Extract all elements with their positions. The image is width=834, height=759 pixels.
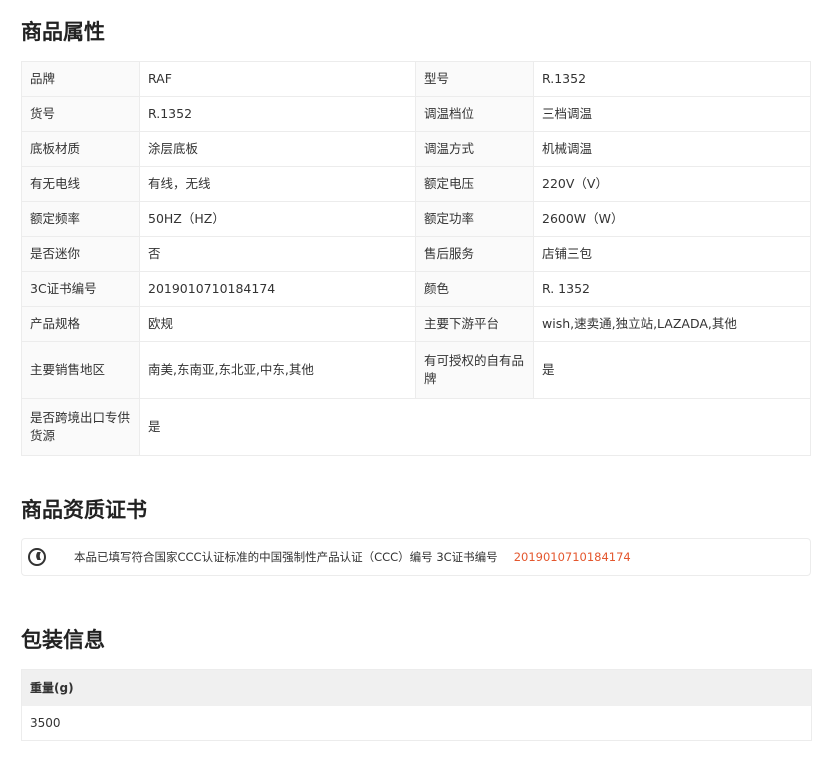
attribute-label: 额定电压 <box>415 166 534 202</box>
attribute-value: R.1352 <box>533 61 811 97</box>
attribute-label: 是否跨境出口专供货源 <box>21 398 140 456</box>
attribute-value: 220V（V） <box>533 166 811 202</box>
weight-header: 重量(g) <box>22 670 811 706</box>
attribute-row: 是否迷你否售后服务 店铺三包 <box>21 236 811 272</box>
attribute-row: 是否跨境出口专供货源是 <box>21 398 811 456</box>
attribute-row: 主要销售地区 南美,东南亚,东北亚,中东,其他 有可授权的自有品牌是 <box>21 341 811 399</box>
packing-table: 重量(g) 3500 <box>21 669 812 741</box>
attribute-row: 3C证书编号 2019010710184174 颜色 R. 1352 <box>21 271 811 307</box>
attribute-value: 是 <box>139 398 811 456</box>
attribute-value: 欧规 <box>139 306 416 342</box>
attribute-value: 机械调温 <box>533 131 811 167</box>
attribute-value: 2600W（W） <box>533 201 811 237</box>
attribute-value: 南美,东南亚,东北亚,中东,其他 <box>139 341 416 399</box>
packing-title: 包装信息 <box>21 628 105 652</box>
attribute-label: 颜色 <box>415 271 534 307</box>
attribute-label: 有可授权的自有品牌 <box>415 341 534 399</box>
attribute-value: 2019010710184174 <box>139 271 416 307</box>
attributes-table: 品牌 RAF 型号 R.1352 货号 R.1352 调温档位 三档调温 底板材质 涂层底板 调温方… <box>21 61 811 456</box>
attribute-value: 否 <box>139 236 416 272</box>
cert-text: 本品已填写符合国家CCC认证标准的中国强制性产品认证（CCC）编号 3C证书编号 <box>74 550 498 564</box>
attribute-row: 额定频率 50HZ（HZ） 额定功率 2600W（W） <box>21 201 811 237</box>
attribute-label: 有无电线 <box>21 166 140 202</box>
attribute-value: 有线，无线 <box>139 166 416 202</box>
attributes-title: 商品属性 <box>21 20 105 44</box>
attribute-value: 涂层底板 <box>139 131 416 167</box>
attribute-label: 额定频率 <box>21 201 140 237</box>
attribute-value: RAF <box>139 61 416 97</box>
cert-box: ((( 本品已填写符合国家CCC认证标准的中国强制性产品认证（CCC）编号 3C… <box>21 538 811 576</box>
cert-number: 2019010710184174 <box>513 550 631 564</box>
attribute-label: 调温方式 <box>415 131 534 167</box>
attribute-label: 主要销售地区 <box>21 341 140 399</box>
attribute-row: 货号 R.1352 调温档位 三档调温 <box>21 96 811 132</box>
attribute-row: 产品规格 欧规 主要下游平台 wish,速卖通,独立站,LAZADA,其他 <box>21 306 811 342</box>
attribute-label: 型号 <box>415 61 534 97</box>
attribute-value: 店铺三包 <box>533 236 811 272</box>
attribute-label: 产品规格 <box>21 306 140 342</box>
attribute-row: 品牌 RAF 型号 R.1352 <box>21 61 811 97</box>
attribute-row: 有无电线 有线，无线 额定电压 220V（V） <box>21 166 811 202</box>
attribute-label: 调温档位 <box>415 96 534 132</box>
attribute-value: 三档调温 <box>533 96 811 132</box>
attribute-value: R.1352 <box>139 96 416 132</box>
attribute-label: 3C证书编号 <box>21 271 140 307</box>
attribute-value: 是 <box>533 341 811 399</box>
attribute-label: 是否迷你 <box>21 236 140 272</box>
attribute-value: R. 1352 <box>533 271 811 307</box>
ccc-icon: ((( <box>28 548 46 566</box>
attribute-value: 50HZ（HZ） <box>139 201 416 237</box>
attribute-row: 底板材质 涂层底板 调温方式 机械调温 <box>21 131 811 167</box>
attribute-label: 售后服务 <box>415 236 534 272</box>
attribute-label: 底板材质 <box>21 131 140 167</box>
attribute-label: 额定功率 <box>415 201 534 237</box>
attribute-value: wish,速卖通,独立站,LAZADA,其他 <box>533 306 811 342</box>
weight-value: 3500 <box>30 716 61 730</box>
attribute-label: 品牌 <box>21 61 140 97</box>
attribute-label: 货号 <box>21 96 140 132</box>
attribute-label: 主要下游平台 <box>415 306 534 342</box>
cert-title: 商品资质证书 <box>21 498 147 522</box>
